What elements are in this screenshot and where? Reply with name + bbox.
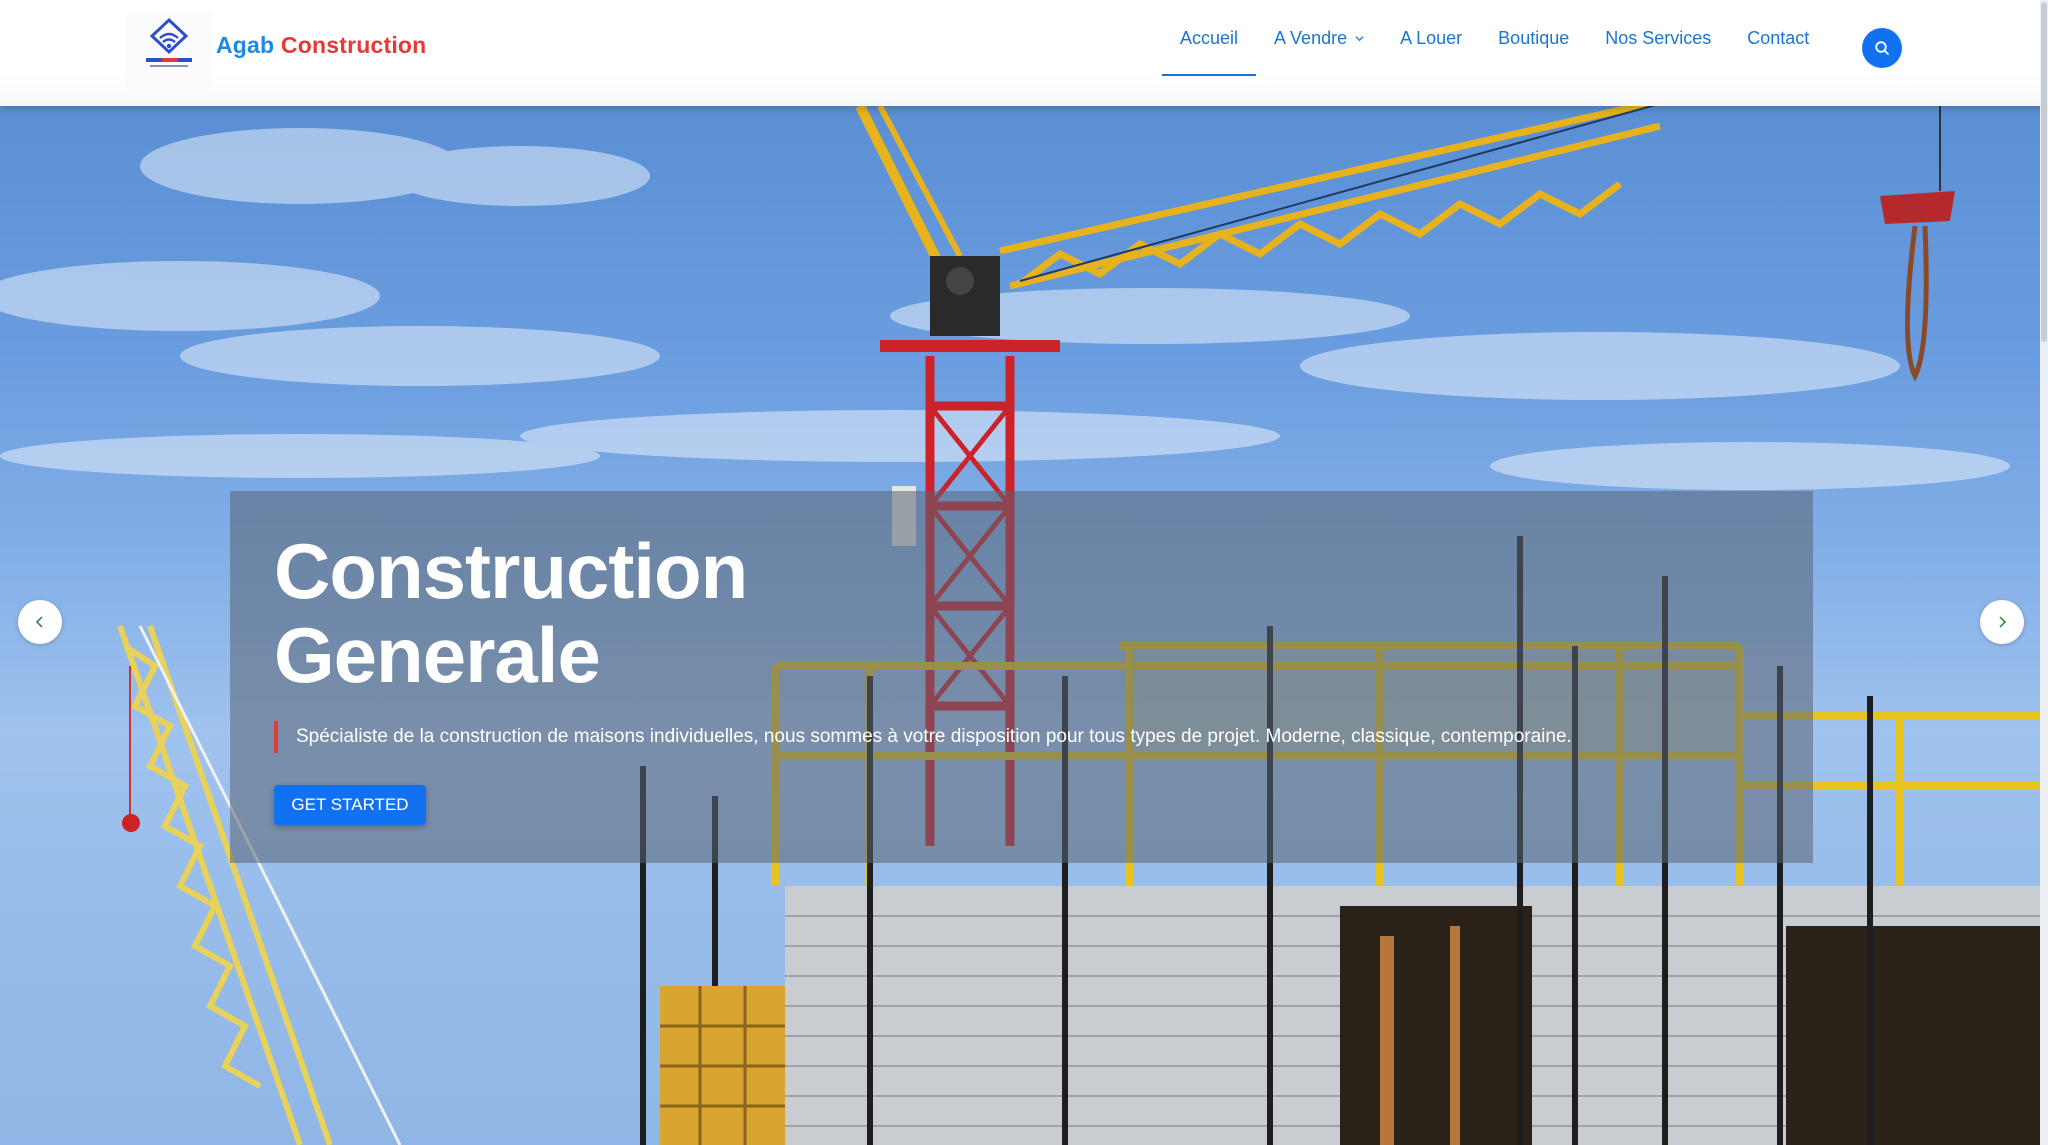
site-logo[interactable] bbox=[126, 12, 212, 92]
nav-item-label: Contact bbox=[1747, 27, 1810, 48]
chevron-down-icon bbox=[1355, 35, 1364, 41]
nav-item-nos-services[interactable]: Nos Services bbox=[1587, 0, 1729, 76]
brand-name[interactable]: Agab Construction bbox=[216, 32, 426, 59]
hero-title-line2: Generale bbox=[274, 611, 601, 699]
site-header: Agab Construction Accueil A Vendre A Lou… bbox=[0, 0, 2048, 106]
nav-item-label: A Louer bbox=[1400, 27, 1463, 48]
chevron-left-icon bbox=[35, 616, 43, 628]
slider-next-button[interactable] bbox=[1980, 600, 2024, 644]
nav-item-label: Nos Services bbox=[1605, 27, 1712, 48]
main-nav: Accueil A Vendre A Louer Boutique Nos Se… bbox=[1162, 0, 1827, 76]
logo-house-icon bbox=[146, 17, 192, 67]
hero-caption: Construction Generale Spécialiste de la … bbox=[230, 491, 1813, 863]
search-button[interactable] bbox=[1862, 28, 1902, 68]
chevron-right-icon bbox=[1999, 616, 2007, 628]
slider-prev-button[interactable] bbox=[18, 600, 62, 644]
search-icon bbox=[1875, 41, 1889, 55]
page-scrollbar[interactable] bbox=[2040, 0, 2048, 1145]
nav-item-label: Boutique bbox=[1498, 27, 1570, 48]
scrollbar-thumb[interactable] bbox=[2041, 2, 2047, 342]
nav-item-a-louer[interactable]: A Louer bbox=[1382, 0, 1480, 76]
nav-item-boutique[interactable]: Boutique bbox=[1480, 0, 1587, 76]
nav-item-contact[interactable]: Contact bbox=[1729, 0, 1827, 76]
nav-item-label: Accueil bbox=[1180, 27, 1239, 48]
get-started-button[interactable]: GET STARTED bbox=[274, 785, 426, 825]
hero-title: Construction Generale bbox=[274, 527, 748, 699]
brand-name-part1: Agab bbox=[216, 32, 275, 58]
nav-item-label: A Vendre bbox=[1274, 27, 1348, 48]
hero-description: Spécialiste de la construction de maison… bbox=[274, 721, 1572, 753]
brand-name-part2: Construction bbox=[280, 32, 427, 58]
page: Agab Construction Accueil A Vendre A Lou… bbox=[0, 0, 2048, 1145]
nav-item-accueil[interactable]: Accueil bbox=[1162, 0, 1257, 76]
nav-item-a-vendre[interactable]: A Vendre bbox=[1256, 0, 1382, 76]
hero-title-line1: Construction bbox=[274, 527, 748, 615]
hero-slider: Construction Generale Spécialiste de la … bbox=[0, 106, 2040, 1145]
